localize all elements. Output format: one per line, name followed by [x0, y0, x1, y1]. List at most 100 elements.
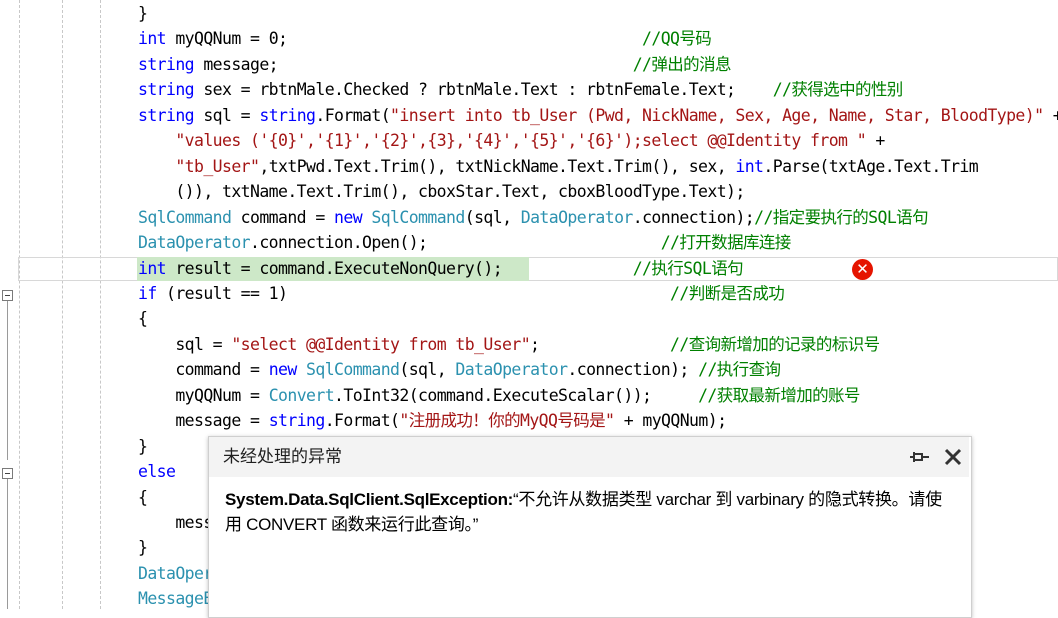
code-token: "insert into tb_User (Pwd, NickName, Sex…	[390, 105, 1044, 125]
code-line[interactable]: }	[138, 1, 148, 26]
code-token: //弹出的消息	[632, 54, 732, 74]
exception-popup[interactable]: 未经处理的异常 System.Data.SqlClient.SqlExcepti…	[208, 436, 972, 618]
code-token: //获取最新增加的账号	[698, 385, 860, 405]
code-token: .Format(	[315, 105, 391, 125]
code-line[interactable]: DataOperator.connection.Open(); //打开数据库连…	[138, 230, 791, 255]
code-token: string	[138, 80, 195, 100]
code-token: //获得选中的性别	[772, 80, 904, 100]
code-line[interactable]: {	[138, 485, 148, 510]
code-token: (sql,	[464, 207, 521, 227]
code-token: //打开数据库连接	[660, 233, 792, 253]
close-icon[interactable]	[941, 445, 965, 469]
code-token: .connection.Open();	[250, 233, 661, 253]
code-token: DataOperator	[520, 207, 634, 227]
code-token: (result == 1)	[156, 283, 671, 303]
exception-details: System.Data.SqlClient.SqlException:“不允许从…	[225, 487, 955, 537]
code-token: command =	[231, 207, 335, 227]
code-token: SqlCommand	[138, 207, 232, 227]
code-token: command =	[138, 360, 269, 380]
code-token: }	[138, 436, 148, 456]
fold-connector	[7, 478, 8, 609]
code-token: string	[138, 54, 195, 74]
code-line[interactable]: string sex = rbtnMale.Checked ? rbtnMale…	[138, 77, 903, 102]
code-token: else	[138, 462, 176, 482]
code-token: //查询新增加的记录的标识号	[670, 334, 880, 354]
indent-guide	[62, 0, 63, 609]
error-icon[interactable]: ✕	[852, 259, 873, 280]
code-token: int	[138, 29, 167, 49]
code-token: +	[1052, 105, 1058, 125]
code-token: sex = rbtnMale.Checked ? rbtnMale.Text :…	[194, 80, 773, 100]
code-token: +	[866, 131, 885, 151]
code-token: message;	[194, 54, 633, 74]
code-token: {	[138, 309, 148, 329]
code-line[interactable]: "values ('{0}','{1}','{2}',{3},'{4}','{5…	[138, 128, 885, 153]
code-token: DataOperator	[138, 233, 251, 253]
code-token: "注册成功！你的MyQQ号码是"	[399, 411, 615, 431]
popup-title: 未经处理的异常	[223, 447, 342, 467]
code-token: "tb_User"	[175, 156, 260, 176]
code-line[interactable]: "tb_User",txtPwd.Text.Trim(), txtNickNam…	[138, 154, 978, 179]
code-line[interactable]: myQQNum = Convert.ToInt32(command.Execut…	[138, 383, 860, 408]
margin-guide	[19, 0, 20, 609]
code-token: .connection);	[567, 360, 699, 380]
code-token: new	[268, 360, 298, 380]
code-token: .Format(	[324, 411, 400, 431]
code-token: SqlCommand	[306, 360, 400, 380]
code-token: string	[259, 105, 316, 125]
popup-header: 未经处理的异常	[209, 437, 969, 477]
code-token: }	[138, 4, 148, 23]
code-token: int	[735, 156, 764, 176]
code-line[interactable]: else	[138, 459, 176, 484]
code-token: ()), txtName.Text.Trim(), cboxStar.Text,…	[138, 182, 745, 202]
code-token: SqlCommand	[371, 207, 465, 227]
code-token: if	[138, 283, 157, 303]
code-line[interactable]: SqlCommand command = new SqlCommand(sql,…	[138, 205, 929, 230]
code-line[interactable]: if (result == 1) //判断是否成功	[138, 281, 785, 306]
collapse-if-icon[interactable]	[2, 290, 13, 301]
code-line[interactable]: sql = "select @@Identity from tb_User"; …	[138, 332, 880, 357]
code-line[interactable]: int result = command.ExecuteNonQuery(); …	[138, 256, 744, 281]
pin-icon[interactable]	[909, 445, 933, 469]
code-token: sql =	[138, 334, 232, 354]
code-line[interactable]: {	[138, 306, 148, 331]
code-token: //判断是否成功	[670, 283, 785, 303]
code-token: "select @@Identity from tb_User"	[231, 334, 531, 354]
code-token: //指定要执行的SQL语句	[754, 207, 928, 227]
code-token: {	[138, 487, 148, 507]
code-token: string	[268, 411, 326, 431]
code-line[interactable]: command = new SqlCommand(sql, DataOperat…	[138, 357, 781, 382]
collapse-else-icon[interactable]	[2, 468, 13, 479]
indent-guide	[100, 0, 101, 609]
code-line[interactable]: string message; //弹出的消息	[138, 52, 731, 77]
code-line[interactable]: }	[138, 434, 148, 459]
exception-type: System.Data.SqlClient.SqlException:	[225, 490, 514, 509]
code-token: .Parse(txtAge.Text.Trim	[763, 156, 979, 176]
code-token: result = command.ExecuteNonQuery();	[166, 258, 633, 278]
code-token: "values ('{0}','{1}','{2}',{3},'{4}','{5…	[175, 131, 867, 151]
code-token: (sql,	[399, 360, 456, 380]
code-token: message =	[138, 411, 269, 431]
code-token: ;	[530, 334, 671, 354]
code-token: myQQNum = 0;	[166, 29, 643, 49]
code-token: Convert	[268, 385, 335, 405]
code-token: int	[138, 258, 167, 278]
code-line[interactable]: string sql = string.Format("insert into …	[138, 103, 1058, 128]
code-token: + myQQNum);	[614, 411, 727, 431]
code-token: string	[138, 105, 195, 125]
code-token: sql =	[194, 105, 260, 125]
code-token: //QQ号码	[642, 29, 712, 49]
code-line[interactable]: int myQQNum = 0; //QQ号码	[138, 26, 712, 51]
fold-connector	[7, 300, 8, 460]
code-token: .ToInt32(command.ExecuteScalar());	[334, 385, 699, 405]
code-line[interactable]: }	[138, 535, 148, 560]
code-line[interactable]: ()), txtName.Text.Trim(), cboxStar.Text,…	[138, 179, 745, 204]
code-line[interactable]: message = string.Format("注册成功！你的MyQQ号码是"…	[138, 408, 727, 433]
code-token: }	[138, 538, 148, 558]
code-token: //执行查询	[698, 360, 781, 380]
code-token: new	[334, 207, 363, 227]
